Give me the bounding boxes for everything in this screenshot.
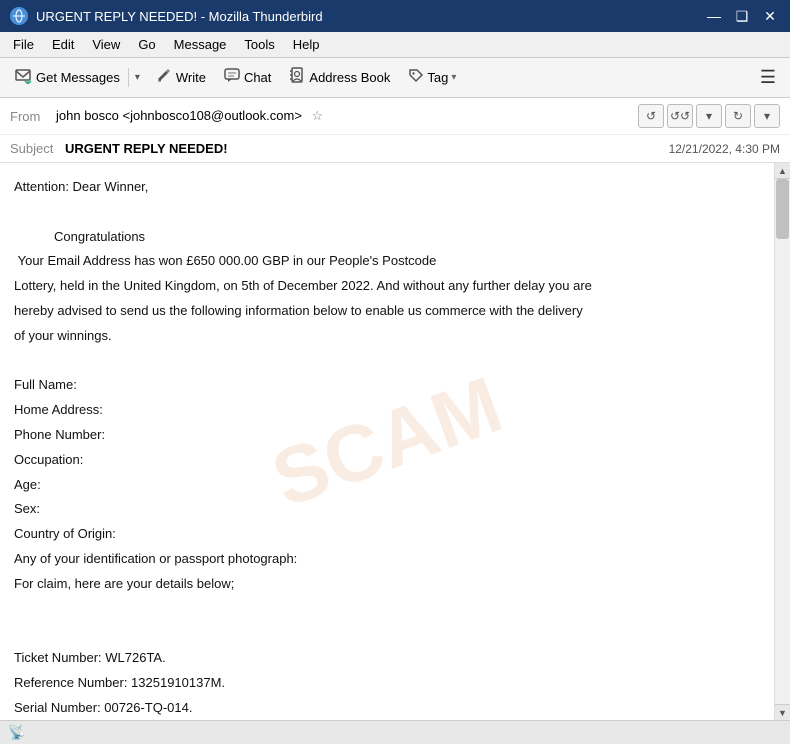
get-messages-button[interactable]: Get Messages (6, 62, 128, 93)
line-blank-2 (14, 351, 760, 372)
reply-all-button[interactable]: ↺↺ (667, 104, 693, 128)
hamburger-menu[interactable]: ☰ (752, 63, 784, 92)
menu-message[interactable]: Message (167, 34, 234, 55)
menu-go[interactable]: Go (131, 34, 162, 55)
reply-button[interactable]: ↺ (638, 104, 664, 128)
subject-row: Subject URGENT REPLY NEEDED! 12/21/2022,… (0, 135, 790, 162)
scrollbar[interactable]: ▲ ▼ (774, 163, 790, 720)
chat-label: Chat (244, 70, 271, 85)
line-country: Country of Origin: (14, 524, 760, 545)
from-label: From (10, 109, 50, 124)
nav-dropdown-button[interactable]: ▾ (696, 104, 722, 128)
subject-value: URGENT REPLY NEEDED! (65, 141, 669, 156)
from-row: From john bosco <johnbosco108@outlook.co… (0, 98, 790, 135)
line-reference: Reference Number: 13251910137M. (14, 673, 760, 694)
scroll-track[interactable] (775, 179, 790, 704)
scroll-down-arrow[interactable]: ▼ (775, 704, 790, 720)
chat-button[interactable]: Chat (216, 63, 279, 92)
line-id: Any of your identification or passport p… (14, 549, 760, 570)
tag-dropdown-icon: ▾ (451, 72, 456, 83)
chat-icon (224, 67, 240, 88)
close-button[interactable]: ✕ (760, 9, 780, 23)
email-body: SCAM Attention: Dear Winner, Congratulat… (0, 163, 774, 720)
line-phone: Phone Number: (14, 425, 760, 446)
from-value: john bosco <johnbosco108@outlook.com> ☆ (56, 108, 632, 124)
line-blank-4 (14, 623, 760, 644)
line-ticket: Ticket Number: WL726TA. (14, 648, 760, 669)
get-messages-dropdown[interactable]: ▾ (128, 68, 146, 87)
menu-help[interactable]: Help (286, 34, 327, 55)
get-messages-group: Get Messages ▾ (6, 62, 146, 93)
line-blank-3 (14, 599, 760, 620)
app-icon (10, 7, 28, 25)
address-book-label: Address Book (309, 70, 390, 85)
line-congrats: Congratulations (54, 227, 760, 248)
line-hereby: hereby advised to send us the following … (14, 301, 760, 322)
line-address: Home Address: (14, 400, 760, 421)
toolbar: Get Messages ▾ Write Chat (0, 58, 790, 98)
line-1: Attention: Dear Winner, (14, 177, 760, 198)
window-controls: — ❑ ✕ (704, 9, 780, 23)
scroll-thumb[interactable] (776, 179, 789, 239)
address-book-button[interactable]: Address Book (281, 63, 398, 92)
line-fullname: Full Name: (14, 375, 760, 396)
menu-view[interactable]: View (85, 34, 127, 55)
email-date: 12/21/2022, 4:30 PM (669, 142, 780, 156)
line-occupation: Occupation: (14, 450, 760, 471)
get-messages-label: Get Messages (36, 70, 120, 85)
tag-button[interactable]: Tag ▾ (400, 64, 464, 91)
write-icon (156, 67, 172, 88)
address-book-icon (289, 67, 305, 88)
write-label: Write (176, 70, 206, 85)
title-bar: URGENT REPLY NEEDED! - Mozilla Thunderbi… (0, 0, 790, 32)
menu-edit[interactable]: Edit (45, 34, 81, 55)
get-messages-icon (14, 66, 32, 89)
maximize-button[interactable]: ❑ (732, 9, 752, 23)
email-content: Attention: Dear Winner, Congratulations … (14, 177, 760, 720)
favorite-star-icon[interactable]: ☆ (312, 108, 324, 123)
nav-controls: ↺ ↺↺ ▾ ↻ ▾ (638, 104, 780, 128)
line-lottery: Lottery, held in the United Kingdom, on … (14, 276, 760, 297)
menu-bar: File Edit View Go Message Tools Help (0, 32, 790, 58)
line-email: Your Email Address has won £650 000.00 G… (14, 251, 760, 272)
minimize-button[interactable]: — (704, 9, 724, 23)
menu-tools[interactable]: Tools (237, 34, 281, 55)
status-icon: 📡 (8, 724, 25, 741)
scroll-up-arrow[interactable]: ▲ (775, 163, 790, 179)
email-body-container: SCAM Attention: Dear Winner, Congratulat… (0, 163, 790, 720)
window-title: URGENT REPLY NEEDED! - Mozilla Thunderbi… (36, 9, 696, 24)
tag-icon (408, 68, 424, 87)
line-serial: Serial Number: 00726-TQ-014. (14, 698, 760, 719)
forward-button[interactable]: ↻ (725, 104, 751, 128)
menu-file[interactable]: File (6, 34, 41, 55)
line-age: Age: (14, 475, 760, 496)
subject-label: Subject (10, 141, 65, 156)
line-winnings: of your winnings. (14, 326, 760, 347)
line-sex: Sex: (14, 499, 760, 520)
status-bar: 📡 (0, 720, 790, 744)
line-claim: For claim, here are your details below; (14, 574, 760, 595)
line-blank-1 (14, 202, 760, 223)
more-actions-button[interactable]: ▾ (754, 104, 780, 128)
email-header: From john bosco <johnbosco108@outlook.co… (0, 98, 790, 163)
write-button[interactable]: Write (148, 63, 214, 92)
tag-label: Tag (427, 70, 448, 85)
